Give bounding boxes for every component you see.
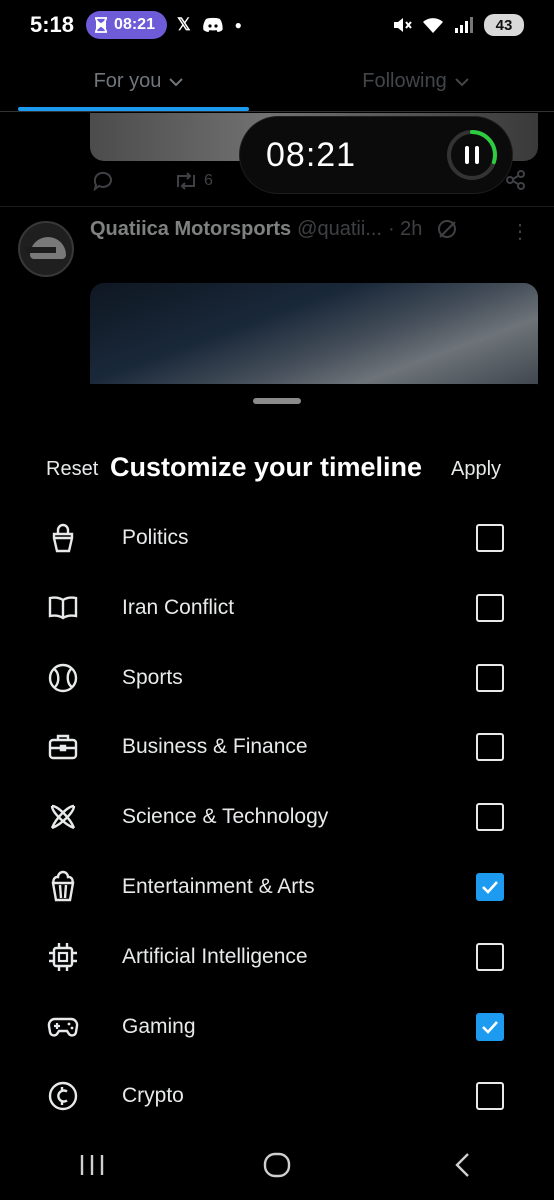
hourglass-icon — [95, 17, 108, 33]
post-time: · 2h — [387, 218, 423, 240]
topic-checkbox[interactable] — [476, 663, 504, 692]
topic-row[interactable]: Sports — [0, 648, 554, 708]
dot-icon: ● — [234, 18, 242, 32]
mute-icon — [394, 18, 412, 32]
topic-checkbox[interactable] — [476, 803, 504, 832]
chevron-down-icon — [455, 77, 469, 86]
topic-row[interactable]: Entertainment & Arts — [0, 857, 554, 917]
checkmark-icon — [482, 881, 498, 894]
topic-row[interactable]: Science & Technology — [0, 787, 554, 847]
battery-level: 43 — [495, 16, 513, 34]
retweet-icon — [177, 172, 195, 190]
topic-label: Artificial Intelligence — [122, 944, 308, 968]
x-logo-icon: 𝕏 — [176, 15, 191, 34]
timer-pill[interactable]: 08:21 — [86, 11, 167, 39]
post-author[interactable]: Quatiica Motorsports — [90, 218, 291, 241]
notification-icons: 𝕏 ● — [177, 15, 242, 35]
more-options-icon[interactable]: ⋮ — [510, 219, 530, 244]
topic-checkbox[interactable] — [476, 1082, 504, 1111]
recents-icon — [81, 1155, 104, 1175]
status-time: 5:18 — [30, 12, 75, 37]
topic-label: Politics — [122, 526, 189, 549]
tab-for-you-label: For you — [93, 70, 162, 92]
topic-label: Iran Conflict — [122, 595, 235, 619]
retweet-count: 6 — [204, 172, 213, 189]
topic-label: Business & Finance — [122, 735, 308, 759]
topic-checkbox[interactable] — [476, 733, 504, 762]
home-button[interactable] — [247, 1140, 307, 1190]
topic-checkbox[interactable] — [476, 942, 504, 971]
podium-icon — [52, 523, 74, 553]
pause-bar-right — [475, 146, 479, 164]
wifi-icon — [423, 18, 443, 33]
grok-icon[interactable] — [436, 218, 458, 240]
floating-timer-time: 08:21 — [266, 135, 357, 174]
signal-icon — [455, 17, 473, 33]
reply-icon[interactable] — [92, 171, 114, 191]
topic-row[interactable]: Artificial Intelligence — [0, 927, 554, 987]
status-right: 43 — [392, 14, 524, 36]
gamepad-icon — [47, 1017, 79, 1037]
topic-label: Science & Technology — [122, 805, 329, 829]
recents-button[interactable] — [62, 1140, 122, 1190]
tab-following-label: Following — [362, 70, 447, 92]
apply-button[interactable]: Apply — [451, 458, 501, 481]
reset-button[interactable]: Reset — [46, 458, 98, 481]
pause-bar-left — [465, 146, 469, 164]
post-media[interactable] — [90, 283, 538, 393]
timer-pill-text: 08:21 — [114, 16, 155, 33]
briefcase-icon — [48, 735, 78, 760]
popcorn-icon — [51, 870, 75, 902]
battery-indicator: 43 — [484, 14, 524, 36]
back-icon — [454, 1153, 469, 1177]
topic-checkbox[interactable] — [476, 593, 504, 622]
timeline-tabs: For you Following — [0, 52, 554, 112]
topic-checkbox[interactable] — [476, 524, 504, 552]
active-tab-indicator — [18, 107, 249, 111]
sheet-drag-handle[interactable] — [253, 398, 301, 404]
topic-row[interactable]: Politics — [0, 508, 554, 568]
topic-label: Crypto — [122, 1084, 184, 1108]
post-header: Quatiica Motorsports @quatii... · 2h — [90, 218, 458, 241]
topic-checkbox[interactable] — [476, 873, 504, 901]
status-bar: 5:18 08:21 𝕏 ● 43 — [0, 0, 554, 50]
topic-checkbox[interactable] — [476, 1012, 504, 1041]
sheet-title: Customize your timeline — [110, 452, 423, 482]
topic-row[interactable]: Iran Conflict — [0, 578, 554, 638]
back-button[interactable] — [432, 1140, 492, 1190]
topic-row[interactable]: Gaming — [0, 997, 554, 1057]
post-actions: 6 — [92, 171, 213, 191]
retweet-button[interactable]: 6 — [174, 172, 213, 190]
topic-label: Gaming — [122, 1014, 196, 1038]
tennis-ball-icon — [48, 663, 78, 692]
tab-following[interactable]: Following — [277, 52, 554, 111]
tab-for-you[interactable]: For you — [0, 52, 277, 111]
checkmark-icon — [482, 1020, 498, 1034]
sheet-header: Reset Customize your timeline Apply — [0, 450, 554, 490]
pause-button[interactable] — [446, 129, 498, 181]
topic-label: Sports — [122, 665, 183, 689]
post-handle[interactable]: @quatii... — [297, 218, 382, 241]
system-nav-bar — [0, 1130, 554, 1200]
helmet-visor — [26, 247, 56, 253]
share-icon[interactable] — [506, 170, 526, 190]
discord-icon — [202, 17, 223, 32]
atom-icon — [50, 804, 76, 830]
floating-timer[interactable]: 08:21 — [240, 117, 512, 193]
divider — [0, 206, 554, 207]
customize-timeline-sheet: Reset Customize your timeline Apply Poli… — [0, 384, 554, 1200]
topic-row[interactable]: Business & Finance — [0, 717, 554, 777]
topic-label: Entertainment & Arts — [122, 875, 315, 898]
chip-icon — [49, 942, 77, 971]
topic-row[interactable]: Crypto — [0, 1066, 554, 1126]
home-icon — [263, 1152, 291, 1178]
chevron-down-icon — [169, 77, 184, 86]
avatar[interactable] — [18, 221, 74, 277]
book-icon — [48, 596, 78, 620]
crypto-coin-icon — [48, 1082, 78, 1111]
